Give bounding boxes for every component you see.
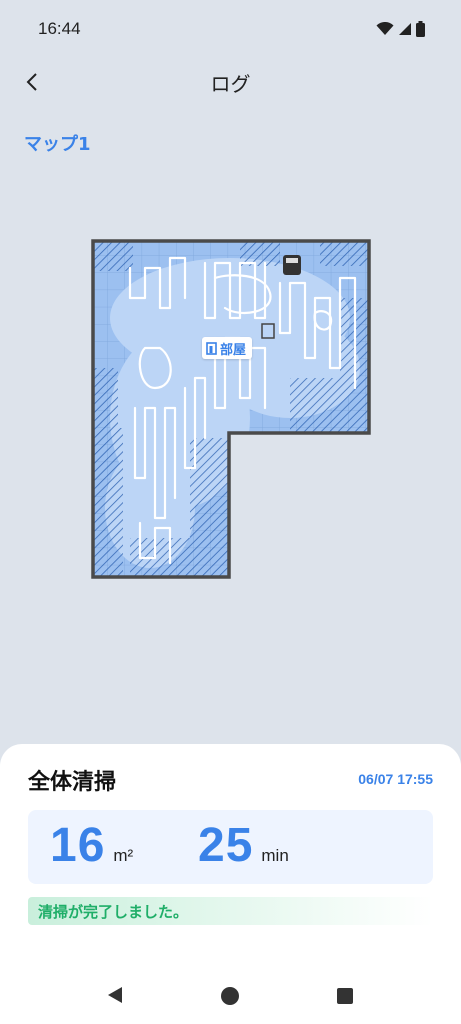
room-icon (206, 341, 217, 355)
cleaning-mode-title: 全体清掃 (28, 770, 117, 795)
cleaning-datetime: 06/07 17:55 (358, 771, 433, 787)
duration-unit: min (261, 846, 289, 865)
duration-stat: 25 min (198, 818, 289, 873)
nav-back-button[interactable] (106, 986, 124, 1008)
status-bar: 16:44 (0, 0, 461, 58)
square-recents-icon (337, 988, 353, 1004)
battery-icon (416, 21, 425, 37)
room-label-text: 部屋 (220, 342, 247, 358)
duration-value: 25 (198, 819, 254, 872)
app-bar: ログ (0, 58, 461, 108)
nav-recents-button[interactable] (336, 987, 354, 1009)
signal-icon (399, 23, 411, 35)
stats-card: 16 m² 25 min (28, 810, 433, 884)
status-icons (376, 21, 425, 37)
circle-home-icon (221, 987, 239, 1005)
area-value: 16 (50, 819, 106, 872)
wifi-icon (376, 22, 394, 35)
triangle-back-icon (108, 987, 122, 1003)
cleaning-map[interactable]: 部屋 (90, 238, 372, 580)
map-name-link[interactable]: マップ1 (24, 130, 91, 156)
area-stat: 16 m² (50, 818, 133, 873)
room-label[interactable]: 部屋 (202, 337, 253, 359)
area-unit: m² (113, 846, 134, 865)
status-time: 16:44 (38, 19, 81, 38)
system-nav-bar (0, 966, 461, 1024)
page-title: ログ (210, 72, 251, 96)
nav-home-button[interactable] (220, 986, 240, 1010)
completion-status-banner: 清掃が完了しました。 (28, 897, 433, 925)
